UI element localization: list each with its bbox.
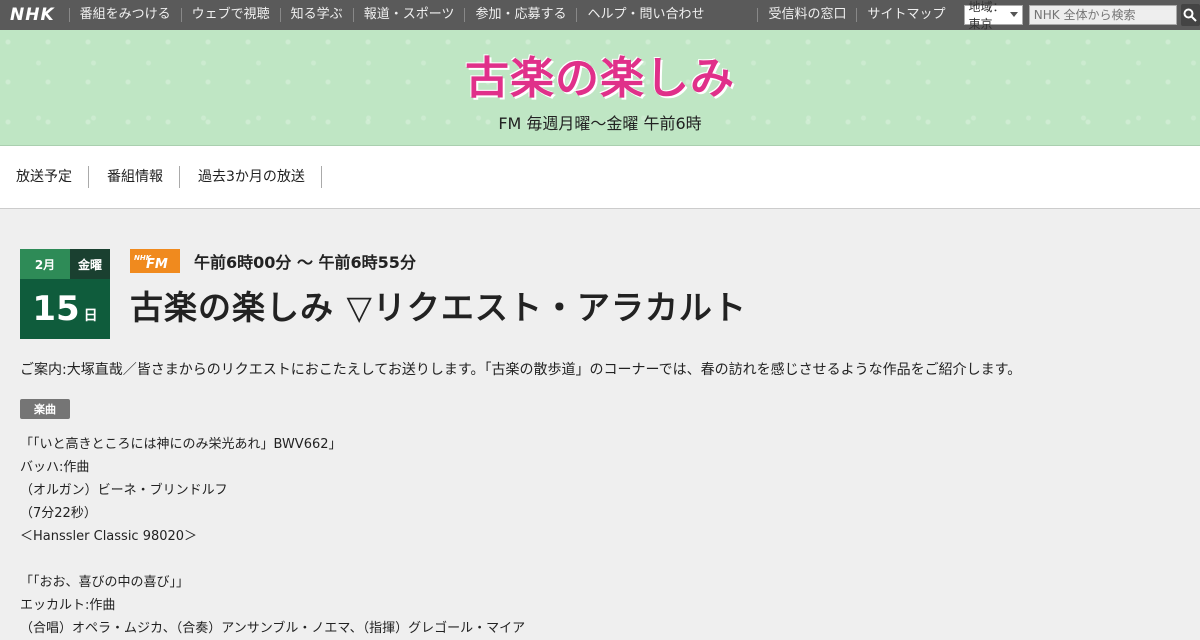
program-menu: 放送予定 番組情報 過去3か月の放送 <box>0 146 1200 209</box>
nav-learn[interactable]: 知る学ぶ <box>279 8 353 22</box>
track-line: エッカルト:作曲 <box>20 598 116 613</box>
region-select[interactable]: 地域： 東京 <box>963 0 1023 31</box>
episode-info: NHK FM 午前6時00分 ～ 午前6時55分 古楽の楽しみ ▽リクエスト・ア… <box>130 249 747 339</box>
tab-past-broadcasts[interactable]: 過去3か月の放送 <box>198 166 322 188</box>
program-logo-title[interactable]: 古楽の楽しみ <box>0 30 1200 106</box>
nav-reception-fee[interactable]: 受信料の窓口 <box>757 8 856 22</box>
track-line: 「「いと高きところには神にのみ栄光あれ」BWV662」 <box>20 437 342 452</box>
date-badge: 2月 金曜 15 日 <box>20 249 110 339</box>
chevron-down-icon <box>1009 12 1018 17</box>
nav-find-programs[interactable]: 番組をみつける <box>68 8 181 22</box>
date-day: 15 日 <box>20 279 110 339</box>
date-day-unit: 日 <box>83 308 98 324</box>
tab-schedule[interactable]: 放送予定 <box>16 166 89 188</box>
global-nav-right: 受信料の窓口 サイトマップ <box>757 8 955 22</box>
episode-header: 2月 金曜 15 日 NHK FM 午前6時00分 ～ 午前6時55分 古楽の楽… <box>20 249 1180 339</box>
track-line: （合唱）オペラ・ムジカ、（合奏）アンサンブル・ノエマ、（指揮）グレゴール・マイア <box>20 621 526 636</box>
episode-title: 古楽の楽しみ ▽リクエスト・アラカルト <box>130 288 747 327</box>
nhk-logo[interactable]: NHK <box>0 5 69 25</box>
global-header: NHK 番組をみつける ウェブで視聴 知る学ぶ 報道・スポーツ 参加・応募する … <box>0 0 1200 31</box>
episode-meta: NHK FM 午前6時00分 ～ 午前6時55分 <box>130 249 747 273</box>
nav-participate[interactable]: 参加・応募する <box>464 8 576 22</box>
nav-news-sports[interactable]: 報道・スポーツ <box>352 8 465 22</box>
track-line: バッハ:作曲 <box>20 460 90 475</box>
program-schedule-text: FM 毎週月曜～金曜 午前6時 <box>498 114 702 133</box>
track-line: （7分22秒） <box>20 506 97 521</box>
air-time: 午前6時00分 ～ 午前6時55分 <box>194 253 416 272</box>
track-line: （オルガン）ビーネ・ブリンドルフ <box>20 483 228 498</box>
global-nav: 番組をみつける ウェブで視聴 知る学ぶ 報道・スポーツ 参加・応募する ヘルプ・… <box>68 8 736 22</box>
date-day-number: 15 <box>32 289 80 329</box>
track-list: 「「いと高きところには神にのみ栄光あれ」BWV662」 バッハ:作曲 （オルガン… <box>20 433 1180 640</box>
search-button[interactable] <box>1180 4 1200 26</box>
nav-sitemap[interactable]: サイトマップ <box>856 8 955 22</box>
episode-description: ご案内:大塚直哉／皆さまからのリクエストにおこたえしてお送りします。「古楽の散歩… <box>20 362 1022 378</box>
track-gap <box>20 548 1180 571</box>
search-input[interactable] <box>1028 5 1177 25</box>
date-month: 2月 <box>20 249 70 279</box>
svg-text:FM: FM <box>146 257 168 271</box>
search-icon <box>1183 8 1198 22</box>
track-line: ＜Hanssler Classic 98020＞ <box>20 529 198 544</box>
nav-watch-web[interactable]: ウェブで視聴 <box>180 8 280 22</box>
nhk-fm-logo-graphic: NHK FM <box>134 254 168 271</box>
section-tag-music: 楽曲 <box>20 399 70 419</box>
date-weekday: 金曜 <box>70 249 110 279</box>
program-banner: 古楽の楽しみ FM 毎週月曜～金曜 午前6時 <box>0 30 1200 146</box>
nhk-fm-logo: NHK FM <box>130 249 180 273</box>
tab-program-info[interactable]: 番組情報 <box>107 166 180 188</box>
episode-detail: 2月 金曜 15 日 NHK FM 午前6時00分 ～ 午前6時55分 古楽の楽… <box>0 209 1200 640</box>
track-line: 「「おお、喜びの中の喜び」」 <box>20 575 190 590</box>
nav-help[interactable]: ヘルプ・問い合わせ <box>576 8 714 22</box>
